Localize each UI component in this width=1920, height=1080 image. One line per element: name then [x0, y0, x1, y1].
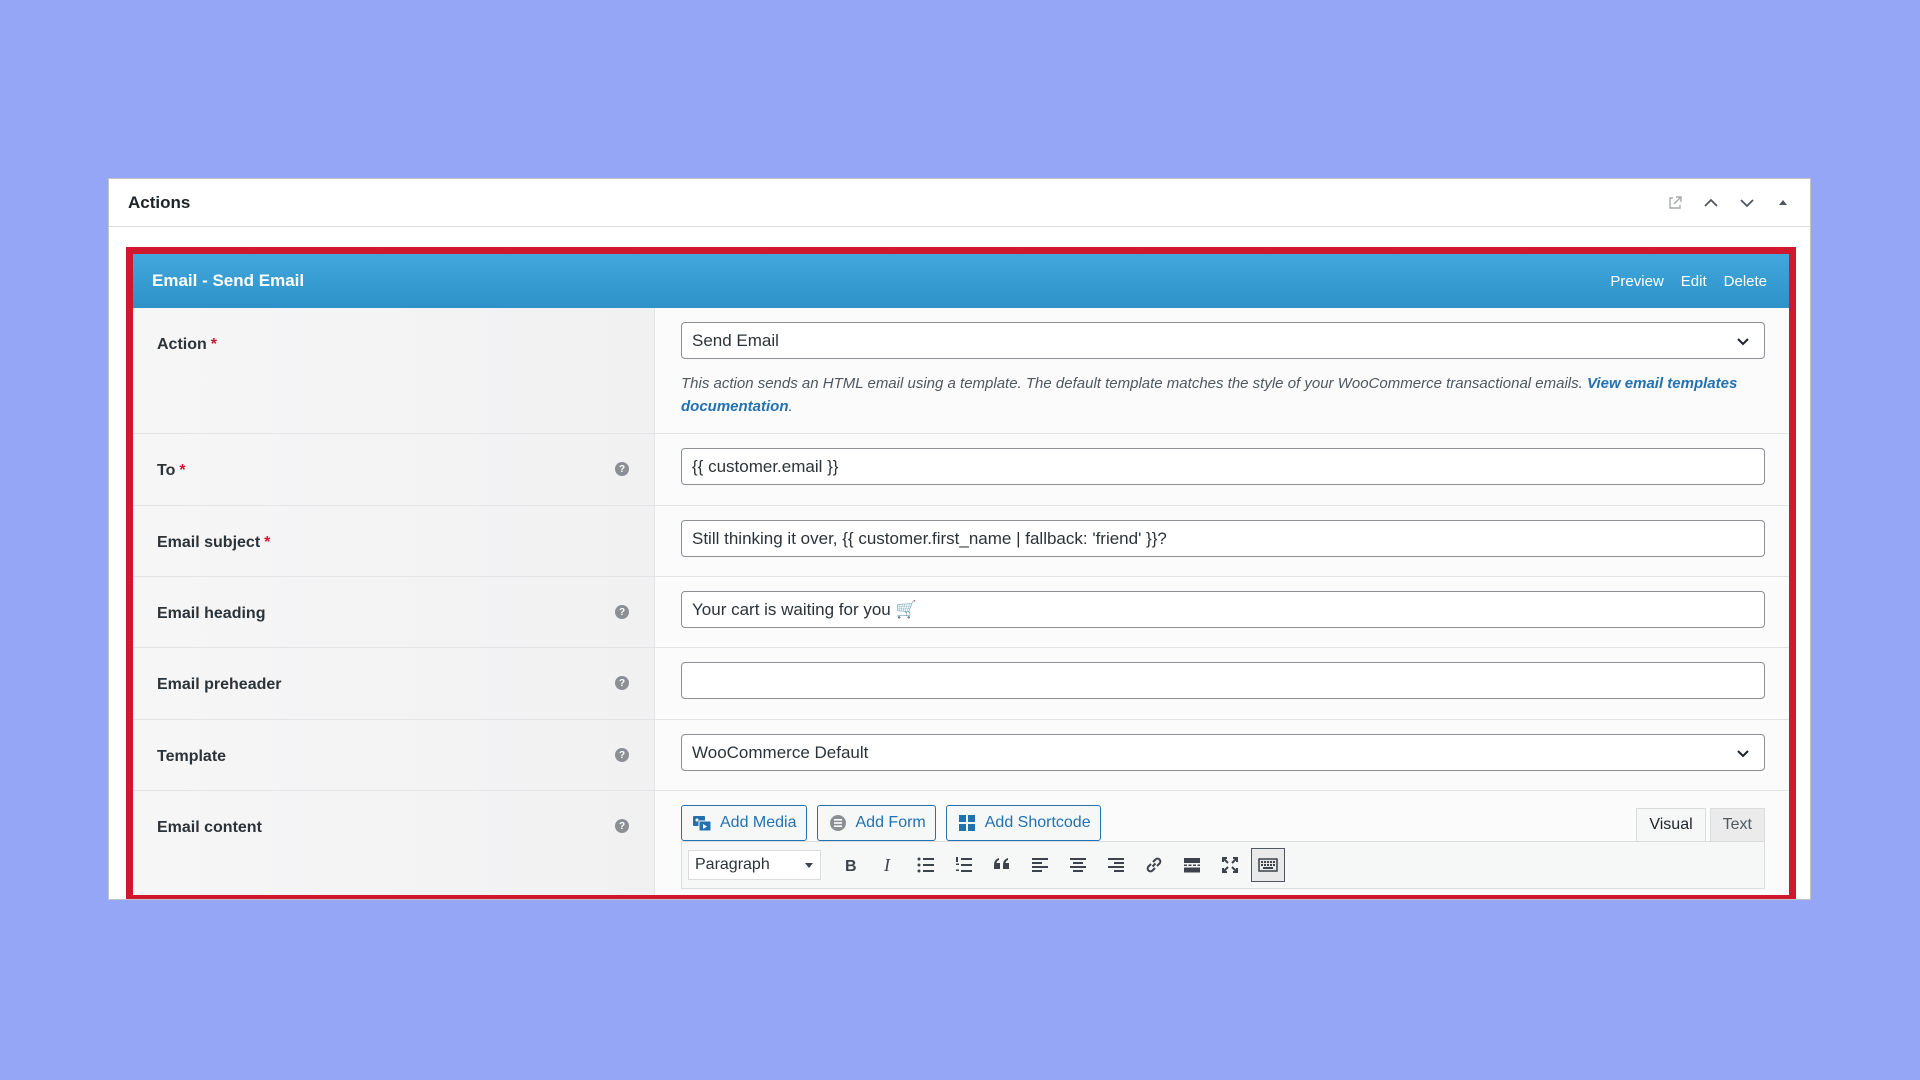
- actions-panel: Actions Email - Send Email Preview Edit …: [108, 178, 1811, 900]
- content-label: Email content ?: [133, 791, 655, 895]
- content-row: Email content ? Add Media Add Form Add S…: [133, 791, 1789, 895]
- content-label-text: Email content: [157, 819, 262, 836]
- action-description-text: This action sends an HTML email using a …: [681, 375, 1583, 392]
- preheader-label: Email preheader ?: [133, 648, 655, 719]
- bullet-list-icon[interactable]: [909, 848, 943, 882]
- action-description: This action sends an HTML email using a …: [681, 375, 1738, 415]
- add-media-label: Add Media: [720, 814, 797, 831]
- subject-label: Email subject *: [133, 506, 655, 576]
- add-shortcode-label: Add Shortcode: [984, 814, 1091, 831]
- form-icon: [829, 815, 846, 831]
- delete-link[interactable]: Delete: [1724, 273, 1767, 290]
- content-field: Add Media Add Form Add Shortcode Visual …: [655, 791, 1789, 895]
- required-marker: *: [210, 336, 218, 353]
- heading-label: Email heading ?: [133, 577, 655, 647]
- required-marker: *: [179, 462, 186, 479]
- subject-row: Email subject *: [133, 506, 1789, 577]
- format-select-value: Paragraph: [695, 856, 770, 873]
- editor-toolbar: Paragraph B I: [681, 841, 1765, 889]
- italic-icon[interactable]: I: [871, 848, 905, 882]
- action-select-value: Send Email: [692, 330, 779, 350]
- shortcode-grid-icon: [958, 815, 975, 831]
- toolbar-toggle-icon[interactable]: [1251, 848, 1285, 882]
- action-field: Send Email This action sends an HTML ema…: [655, 308, 1789, 433]
- help-icon[interactable]: ?: [615, 676, 629, 690]
- editor-tabs: Visual Text: [1636, 808, 1765, 841]
- action-label: Action *: [133, 308, 655, 433]
- svg-text:B: B: [845, 858, 857, 875]
- heading-field: [655, 577, 1789, 647]
- action-label-text: Action: [157, 336, 207, 353]
- align-center-icon[interactable]: [1061, 848, 1095, 882]
- heading-label-text: Email heading: [157, 605, 266, 622]
- align-right-icon[interactable]: [1099, 848, 1133, 882]
- panel-title: Actions: [128, 192, 191, 212]
- add-media-button[interactable]: Add Media: [681, 805, 807, 841]
- send-email-action-box: Email - Send Email Preview Edit Delete A…: [126, 247, 1796, 899]
- subject-field: [655, 506, 1789, 576]
- template-row: Template ? WooCommerce Default: [133, 720, 1789, 791]
- to-field: [655, 434, 1789, 505]
- preheader-field: [655, 648, 1789, 719]
- add-shortcode-button[interactable]: Add Shortcode: [945, 805, 1101, 841]
- fullscreen-icon[interactable]: [1213, 848, 1247, 882]
- chevron-up-icon[interactable]: [1702, 194, 1720, 212]
- format-select[interactable]: Paragraph: [688, 850, 821, 880]
- to-label-text: To: [157, 462, 176, 479]
- action-header: Email - Send Email Preview Edit Delete: [133, 254, 1789, 308]
- heading-row: Email heading ?: [133, 577, 1789, 648]
- tab-text[interactable]: Text: [1709, 808, 1765, 841]
- to-row: To * ?: [133, 434, 1789, 506]
- subject-label-text: Email subject: [157, 534, 261, 551]
- help-icon[interactable]: ?: [615, 748, 629, 762]
- to-label: To * ?: [133, 434, 655, 505]
- edit-link[interactable]: Edit: [1681, 273, 1707, 290]
- template-label: Template ?: [133, 720, 655, 790]
- add-form-button[interactable]: Add Form: [816, 805, 936, 841]
- help-icon[interactable]: ?: [615, 605, 629, 619]
- chevron-down-icon: [1737, 750, 1749, 758]
- email-heading-input[interactable]: [681, 591, 1765, 628]
- to-input[interactable]: [681, 448, 1765, 485]
- collapse-triangle-icon[interactable]: [1774, 194, 1792, 212]
- svg-text:I: I: [883, 855, 891, 875]
- chevron-down-icon[interactable]: [1738, 194, 1756, 212]
- blockquote-icon[interactable]: [985, 848, 1019, 882]
- link-icon[interactable]: [1137, 848, 1171, 882]
- template-field: WooCommerce Default: [655, 720, 1789, 790]
- template-select-value: WooCommerce Default: [692, 742, 869, 762]
- media-icon: [693, 816, 712, 832]
- align-left-icon[interactable]: [1023, 848, 1057, 882]
- preheader-label-text: Email preheader: [157, 676, 282, 693]
- editor-media-bar: Add Media Add Form Add Shortcode Visual …: [681, 805, 1765, 841]
- help-icon[interactable]: ?: [615, 462, 629, 476]
- action-row: Action * Send Email This action sends an …: [133, 308, 1789, 434]
- action-title: Email - Send Email: [152, 271, 305, 290]
- help-icon[interactable]: ?: [615, 819, 629, 833]
- chevron-down-icon: [1737, 338, 1749, 346]
- add-form-label: Add Form: [855, 814, 926, 831]
- external-link-icon[interactable]: [1666, 194, 1684, 212]
- panel-header: Actions: [109, 179, 1810, 227]
- panel-header-controls: [1666, 194, 1792, 212]
- template-select[interactable]: WooCommerce Default: [681, 734, 1765, 771]
- email-preheader-input[interactable]: [681, 662, 1765, 699]
- email-subject-input[interactable]: [681, 520, 1765, 557]
- preheader-row: Email preheader ?: [133, 648, 1789, 720]
- action-links: Preview Edit Delete: [1610, 273, 1767, 290]
- template-label-text: Template: [157, 748, 227, 765]
- caret-down-icon: [805, 863, 813, 868]
- tab-visual[interactable]: Visual: [1636, 808, 1706, 841]
- preview-link[interactable]: Preview: [1610, 273, 1663, 290]
- numbered-list-icon[interactable]: [947, 848, 981, 882]
- action-select[interactable]: Send Email: [681, 322, 1765, 359]
- bold-icon[interactable]: B: [833, 848, 867, 882]
- read-more-icon[interactable]: [1175, 848, 1209, 882]
- required-marker: *: [264, 534, 271, 551]
